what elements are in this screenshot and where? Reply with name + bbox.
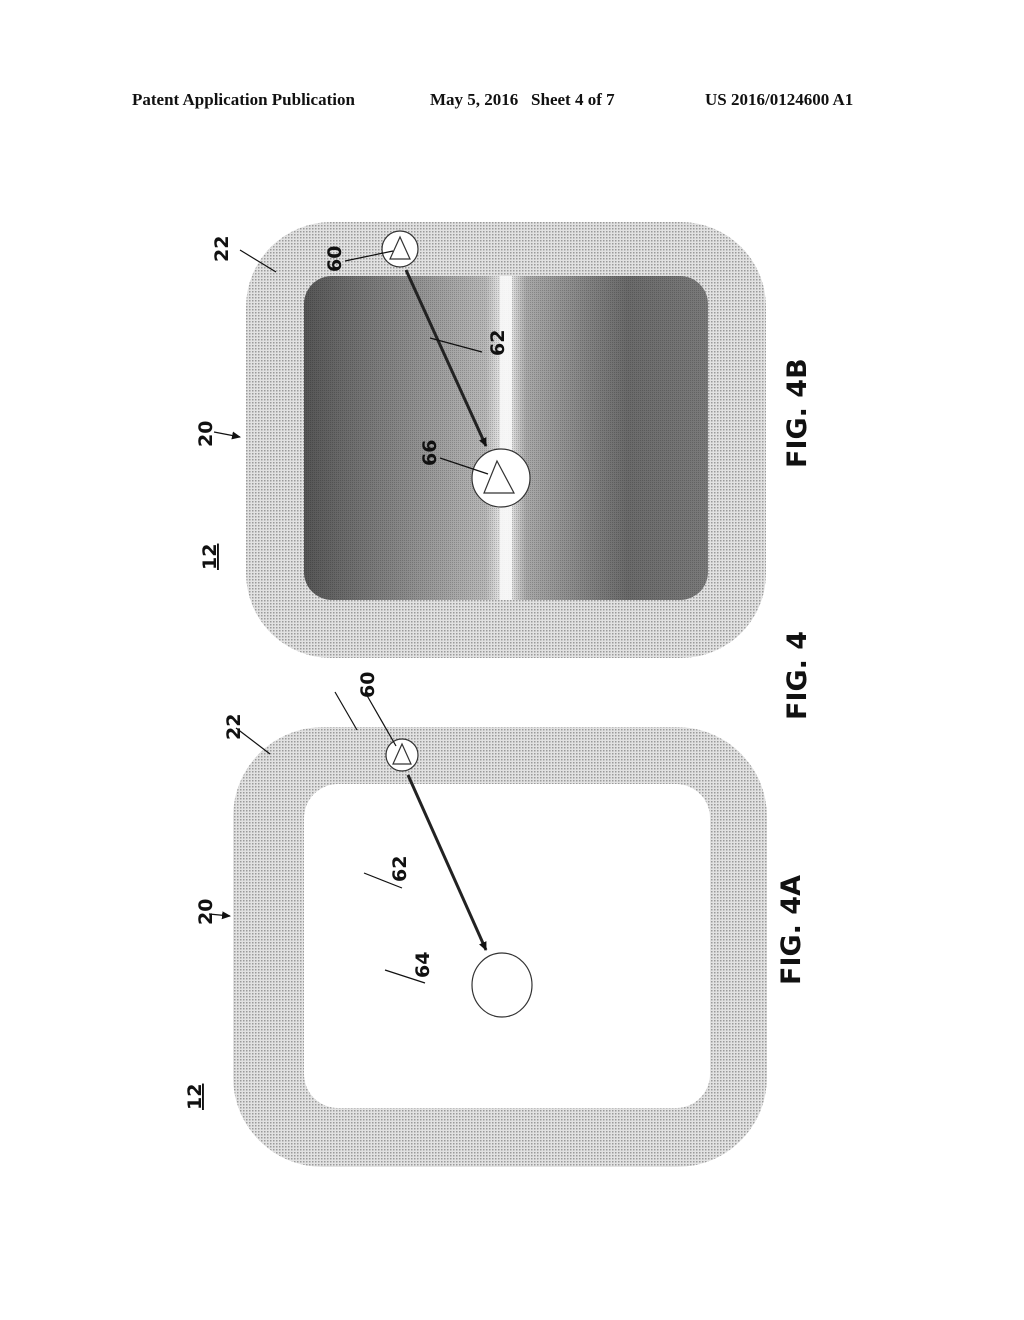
- drawing-sheet: 22 60 62 66 20 12 FIG. 4B FIG. 4 22 60 6…: [184, 222, 813, 1167]
- ref-60-a: 60: [357, 672, 379, 698]
- ref-20-b: 20: [195, 421, 217, 447]
- start-marker-60: [385, 738, 419, 772]
- display-area: [304, 784, 710, 1108]
- ref-62-b: 62: [487, 330, 509, 356]
- fig-4a: 22 60 62 64 20 12 FIG. 4A: [184, 672, 807, 1167]
- camera-image: [304, 276, 708, 600]
- ref-22-b: 22: [211, 236, 233, 262]
- start-marker-60: [381, 230, 419, 268]
- fig-4a-caption: FIG. 4A: [776, 875, 807, 985]
- ref-20-a: 20: [195, 899, 217, 925]
- fig-4-caption: FIG. 4: [782, 631, 813, 720]
- target-circle-64: [471, 952, 533, 1018]
- ref-64-a: 64: [412, 952, 434, 978]
- ref-22-a: 22: [223, 714, 245, 740]
- ref-66-b: 66: [419, 440, 441, 466]
- fig-4b: 22 60 62 66 20 12 FIG. 4B: [195, 222, 813, 658]
- target-marker-66: [471, 448, 531, 508]
- fig-4b-caption: FIG. 4B: [782, 358, 813, 468]
- ref-12-a: 12: [184, 1084, 206, 1110]
- ref-62-a: 62: [389, 856, 411, 882]
- ref-12-b: 12: [199, 544, 221, 570]
- ref-60-b: 60: [324, 246, 346, 272]
